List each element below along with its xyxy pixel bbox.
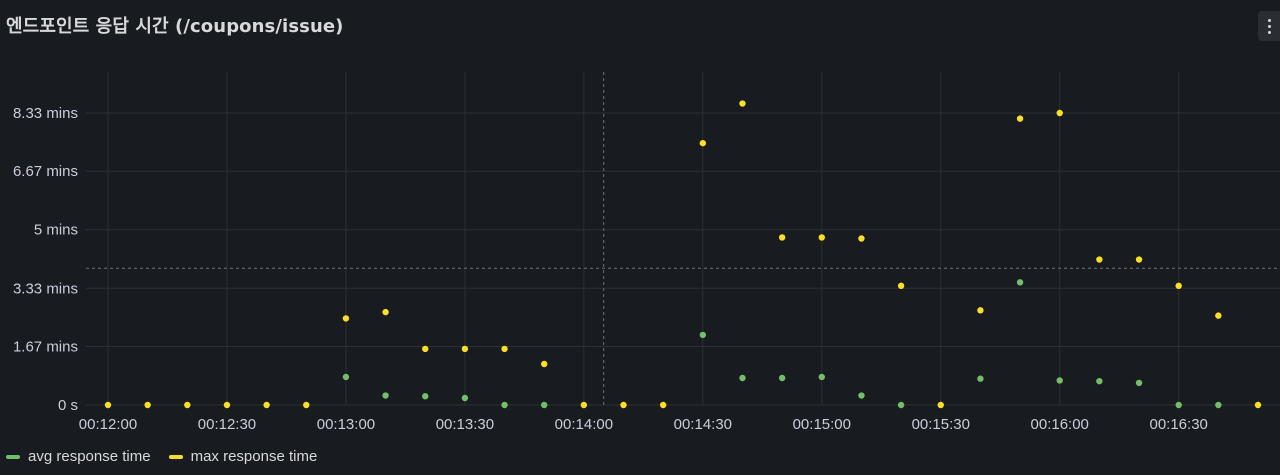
x-tick-label: 00:14:00 [555,416,613,433]
x-tick-label: 00:15:00 [793,416,851,433]
max-response-point [1215,312,1222,319]
max-response-point [818,234,825,241]
y-tick-label: 1.67 mins [13,338,78,355]
avg-response-point [977,375,984,382]
max-response-point [699,139,707,147]
x-tick-label: 00:16:00 [1031,416,1089,433]
max-response-point [422,345,429,353]
max-response-point [580,401,588,409]
max-response-point [739,100,746,107]
crosshair-layer [86,72,1280,405]
max-response-point [897,282,905,290]
max-response-point [1175,282,1182,290]
x-tick-label: 00:14:30 [674,416,732,433]
x-tick-label: 00:13:00 [317,416,375,433]
max-response-point [382,308,389,316]
max-response-point [184,401,191,409]
y-tick-label: 6.67 mins [13,163,78,180]
y-tick-label: 5 mins [34,222,78,239]
max-response-point [303,401,310,409]
avg-response-point [739,374,746,382]
max-response-point [1254,401,1262,409]
max-response-point [223,401,231,409]
avg-response-point [858,392,865,399]
max-response-point [977,307,984,314]
y-tick-label: 3.33 mins [13,280,78,297]
x-tick-label: 00:16:30 [1149,416,1207,433]
x-tick-label: 00:13:30 [436,416,494,433]
avg-response-point [541,401,548,409]
max-response-point [461,345,469,353]
max-response-point [1016,115,1024,122]
avg-response-point [342,373,350,381]
legend-label-avg: avg response time [28,448,151,465]
avg-response-point [1175,401,1182,409]
max-response-point [342,315,350,322]
avg-response-point [1215,401,1222,409]
avg-response-point [1135,379,1143,387]
max-response-point [1056,109,1063,117]
avg-response-point [1016,279,1024,286]
legend-swatch-avg [6,454,20,459]
legend-label-max: max response time [190,448,318,465]
y-tick-label: 0 s [58,397,78,414]
legend: avg response time max response time [6,448,317,465]
x-tick-label: 00:12:00 [79,416,137,433]
max-response-point [659,401,667,409]
max-response-point [620,401,627,409]
avg-response-point [778,374,786,382]
max-response-point [1096,256,1103,263]
max-response-point [1135,256,1143,263]
avg-response-point [422,393,429,400]
axis-layer: 00:12:00 00:12:30 00:13:00 00:13:30 00:14:00… [13,105,1208,433]
legend-item-avg[interactable]: avg response time [6,448,151,465]
x-tick-label: 00:12:30 [198,416,256,433]
points-layer [104,100,1262,409]
avg-response-point [501,401,508,409]
legend-swatch-max [168,454,183,459]
legend-item-max[interactable]: max response time [168,448,318,465]
max-response-point [778,234,786,241]
x-tick-label: 00:15:30 [912,416,970,433]
avg-response-point [461,394,469,402]
max-response-point [104,401,112,409]
avg-response-point [699,331,707,339]
avg-response-point [818,373,825,381]
avg-response-point [1096,377,1103,385]
avg-response-point [897,401,905,409]
max-response-point [501,345,508,353]
y-tick-label: 8.33 mins [13,105,78,122]
max-response-point [937,401,944,409]
max-response-point [144,401,151,409]
max-response-point [541,360,548,368]
avg-response-point [382,392,389,399]
avg-response-point [1056,377,1063,384]
response-time-chart[interactable]: 00:12:00 00:12:30 00:13:00 00:13:30 00:14:00… [0,0,1280,440]
max-response-point [858,235,865,242]
grid-layer [86,72,1280,406]
max-response-point [263,401,270,409]
